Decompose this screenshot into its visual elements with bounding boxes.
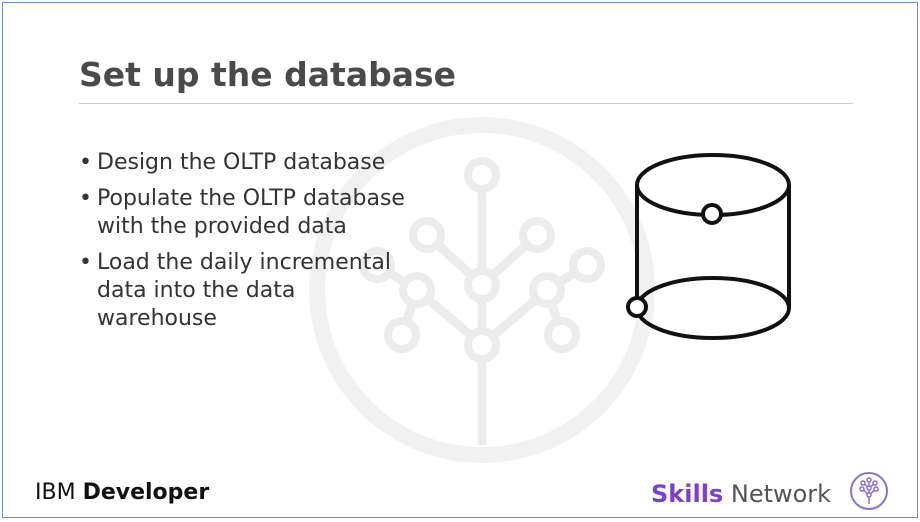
bullet-marker: • — [79, 250, 92, 275]
bullet-text-line: Design the OLTP database — [97, 150, 386, 175]
bullet-item-design: • Design the OLTP database — [77, 149, 457, 177]
bullet-marker: • — [79, 186, 92, 211]
slide: Set up the database • Design the OLTP da… — [2, 2, 918, 518]
bullet-text-line: with the provided data — [97, 214, 347, 239]
bullet-text-line: warehouse — [97, 306, 217, 331]
database-cylinder-icon — [626, 153, 791, 340]
slide-title: Set up the database — [79, 55, 457, 94]
bullet-text-line: data into the data — [97, 278, 296, 303]
bullet-item-load: • Load the daily incremental data into t… — [77, 249, 457, 333]
skills-network-logo: Skills Network — [651, 480, 831, 508]
skills-network-tree-icon — [850, 472, 888, 510]
title-divider — [79, 103, 853, 104]
skills-wordmark: Skills — [651, 480, 724, 508]
ibm-wordmark: IBM — [35, 480, 76, 505]
bullet-marker: • — [79, 150, 92, 175]
network-wordmark: Network — [730, 480, 832, 508]
bullet-text-line: Load the daily incremental — [97, 250, 391, 275]
ibm-developer-logo: IBM Developer — [35, 480, 209, 505]
bullet-item-populate: • Populate the OLTP database with the pr… — [77, 185, 457, 241]
bullet-list: • Design the OLTP database • Populate th… — [77, 149, 457, 341]
developer-wordmark: Developer — [82, 480, 210, 505]
bullet-text-line: Populate the OLTP database — [97, 186, 405, 211]
